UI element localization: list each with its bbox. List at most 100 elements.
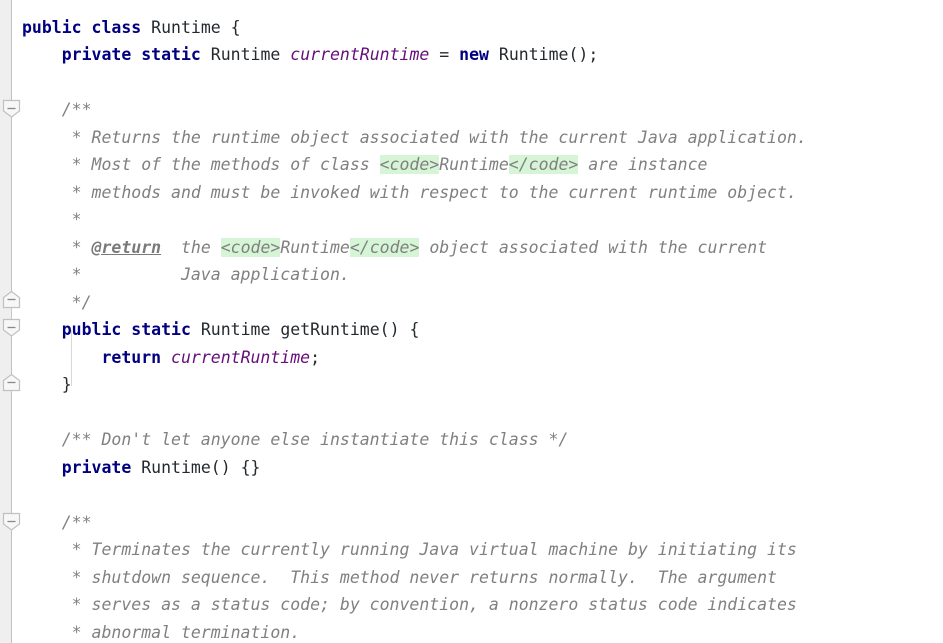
code-line[interactable] (22, 399, 32, 427)
code-line[interactable]: * Returns the runtime object associated … (22, 124, 807, 152)
code-line[interactable] (22, 481, 32, 509)
code-token: static (141, 45, 201, 64)
fold-rail-segment (11, 0, 12, 100)
fold-pentagon-down (2, 512, 21, 531)
code-token: * abnormal termination. (22, 623, 301, 642)
code-line[interactable]: /** (22, 96, 92, 124)
code-token: </code> (349, 238, 420, 257)
code-token: /** Don't let anyone else instantiate th… (22, 430, 569, 449)
code-editor[interactable]: public class Runtime { private static Ru… (0, 0, 943, 643)
code-token: @return (91, 238, 162, 257)
fold-rail-segment (11, 337, 12, 377)
fold-pentagon-down (2, 318, 21, 337)
code-token: Runtime (210, 45, 281, 64)
fold-pentagon-down (2, 99, 21, 118)
code-line[interactable]: * serves as a status code; by convention… (22, 591, 797, 619)
code-line[interactable]: * Most of the methods of class <code>Run… (22, 151, 707, 179)
code-token: private (61, 45, 132, 64)
fold-end-method-getruntime-icon[interactable] (2, 373, 21, 392)
code-token: * shutdown sequence. This method never r… (22, 568, 777, 587)
code-token: object associated with the current (419, 238, 768, 257)
fold-start-javadoc-exit-icon[interactable] (2, 512, 21, 531)
code-token: * Returns the runtime object associated … (22, 128, 807, 147)
code-token: * Java application. (22, 265, 350, 284)
code-token: new (459, 45, 489, 64)
code-line[interactable]: * abnormal termination. (22, 619, 301, 643)
code-token: * Terminates the currently running Java … (22, 540, 797, 559)
code-token: the (161, 238, 221, 257)
code-token: private (61, 458, 132, 477)
code-token: Runtime (280, 238, 350, 257)
code-token: </code> (508, 155, 579, 174)
code-line[interactable]: * shutdown sequence. This method never r… (22, 564, 777, 592)
code-token: { (220, 18, 241, 37)
code-line[interactable]: } (22, 371, 72, 399)
code-token: */ (22, 293, 92, 312)
code-line[interactable]: public static Runtime getRuntime() { (22, 316, 420, 344)
code-token: * methods and must be invoked with respe… (22, 183, 797, 202)
code-token: Runtime (498, 45, 569, 64)
code-token: static (131, 320, 191, 339)
code-line[interactable]: private Runtime() {} (22, 454, 261, 482)
code-token: /** (22, 100, 92, 119)
fold-pentagon-up (2, 290, 21, 309)
code-line[interactable]: /** (22, 509, 92, 537)
code-token: } (22, 375, 72, 394)
code-token: Runtime (200, 320, 271, 339)
code-token: <code> (220, 238, 281, 257)
code-line[interactable] (22, 68, 32, 96)
code-token: ; (310, 348, 321, 367)
code-line[interactable]: * Java application. (22, 261, 350, 289)
code-token: public (61, 320, 122, 339)
code-line[interactable]: public class Runtime { (22, 14, 241, 42)
fold-start-method-getruntime-icon[interactable] (2, 318, 21, 337)
code-token: * (22, 238, 92, 257)
code-line[interactable]: * Terminates the currently running Java … (22, 536, 797, 564)
code-token: public (22, 18, 82, 37)
code-token: are instance (578, 155, 708, 174)
code-token: currentRuntime (171, 348, 311, 367)
code-token: return (101, 348, 162, 367)
code-line[interactable]: * (22, 206, 82, 234)
code-token: Runtime (439, 155, 509, 174)
code-line[interactable]: private static Runtime currentRuntime = … (22, 41, 599, 69)
code-line[interactable]: return currentRuntime; (22, 344, 320, 372)
fold-pentagon-up (2, 373, 21, 392)
fold-rail-segment (11, 118, 12, 293)
code-token: <code> (379, 155, 440, 174)
fold-rail-segment (11, 392, 12, 514)
code-token: getRuntime (270, 320, 380, 339)
code-token: /** (22, 513, 92, 532)
code-token: Runtime (151, 18, 221, 37)
code-line[interactable]: * @return the <code>Runtime</code> objec… (22, 234, 767, 262)
code-line[interactable]: * methods and must be invoked with respe… (22, 179, 797, 207)
code-token: = (429, 45, 460, 64)
code-token: * (22, 210, 82, 229)
code-token: * Most of the methods of class (22, 155, 380, 174)
code-token: class (91, 18, 142, 37)
fold-start-javadoc-getruntime-icon[interactable] (2, 99, 21, 118)
code-line[interactable]: /** Don't let anyone else instantiate th… (22, 426, 569, 454)
code-token: () { (379, 320, 420, 339)
fold-end-javadoc-getruntime-icon[interactable] (2, 290, 21, 309)
code-token: (); (568, 45, 599, 64)
code-surface[interactable]: public class Runtime { private static Ru… (0, 0, 943, 643)
code-token: * serves as a status code; by convention… (22, 595, 797, 614)
code-line[interactable]: */ (22, 289, 92, 317)
code-token: Runtime (141, 458, 211, 477)
code-token: () {} (210, 458, 261, 477)
